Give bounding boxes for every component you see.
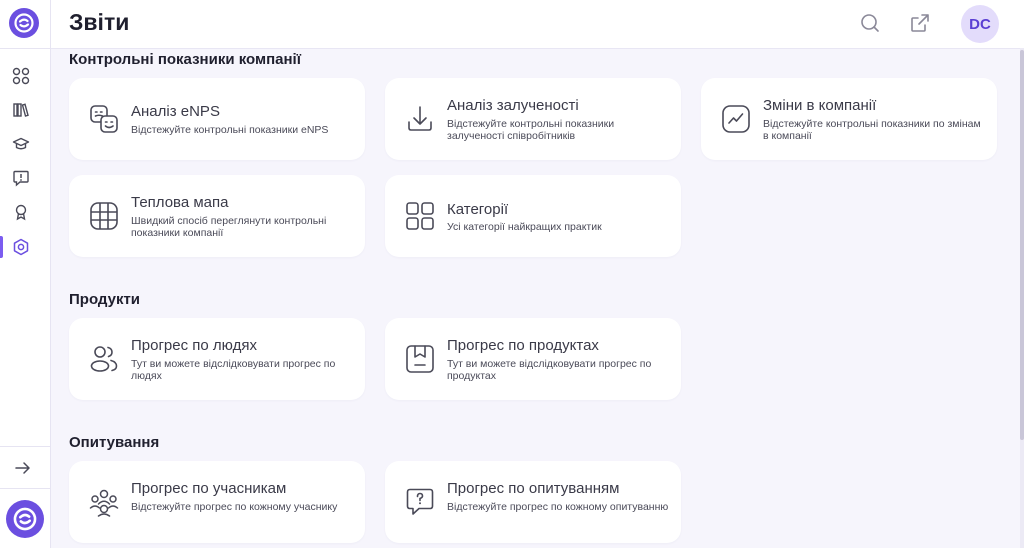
group-icon <box>89 489 119 517</box>
scrollbar-thumb[interactable] <box>1020 50 1024 440</box>
logo-mark-icon <box>14 13 34 33</box>
card-title: Аналіз залученості <box>447 97 579 114</box>
card-title: Прогрес по учасникам <box>131 480 287 497</box>
card-title: Аналіз eNPS <box>131 103 220 120</box>
expand-sidebar-button[interactable] <box>13 458 33 478</box>
card-description: Тут ви можете відслідковувати прогрес по… <box>131 358 336 382</box>
card-enps-analysis[interactable]: Аналіз eNPS Відстежуйте контрольні показ… <box>69 78 365 160</box>
card-description: Тут ви можете відслідковувати прогрес по… <box>447 358 652 382</box>
card-description: Відстежуйте контрольні показники eNPS <box>131 124 329 136</box>
sidebar-active-indicator <box>0 236 3 258</box>
card-description: Відстежуйте прогрес по кожному учаснику <box>131 501 338 513</box>
sidebar-divider <box>0 48 50 49</box>
top-header: Звіти DC <box>51 0 1024 49</box>
share-button[interactable] <box>909 12 931 34</box>
sidebar-item-library[interactable] <box>12 101 30 119</box>
card-title: Прогрес по опитуванням <box>447 480 620 497</box>
section-title-products: Продукти <box>69 291 141 308</box>
assistant-button[interactable] <box>6 500 44 538</box>
card-description: Відстежуйте контрольні показники по змін… <box>763 118 981 142</box>
product-icon <box>406 345 434 373</box>
card-progress-by-people[interactable]: Прогрес по людях Тут ви можете відслідко… <box>69 318 365 400</box>
sidebar-divider <box>0 488 50 489</box>
trend-chart-icon <box>722 105 750 133</box>
card-title: Прогрес по людях <box>131 337 257 354</box>
enps-faces-icon <box>90 105 118 133</box>
sidebar <box>0 0 51 548</box>
card-categories[interactable]: Категорії Усі категорії найкращих практи… <box>385 175 681 257</box>
grid-icon <box>90 202 118 230</box>
sidebar-item-learning[interactable] <box>12 135 30 153</box>
card-description: Усі категорії найкращих практик <box>447 221 602 233</box>
sidebar-item-dashboard[interactable] <box>12 67 30 85</box>
sidebar-item-feedback[interactable] <box>12 169 30 187</box>
four-squares-icon <box>406 202 434 230</box>
award-icon <box>15 204 27 221</box>
logo-mark-icon <box>13 507 37 531</box>
app-logo[interactable] <box>9 8 39 38</box>
card-description: Швидкий спосіб переглянути контрольні по… <box>131 215 327 239</box>
sidebar-item-reports[interactable] <box>12 238 30 256</box>
user-avatar[interactable]: DC <box>961 5 999 43</box>
card-title: Теплова мапа <box>131 194 229 211</box>
card-title: Зміни в компанії <box>763 97 877 114</box>
people-icon <box>90 346 118 372</box>
dashboard-icon <box>12 67 30 85</box>
card-progress-by-participants[interactable]: Прогрес по учасникам Відстежуйте прогрес… <box>69 461 365 543</box>
card-title: Категорії <box>447 201 509 218</box>
page-title: Звіти <box>69 9 130 35</box>
card-company-changes[interactable]: Зміни в компанії Відстежуйте контрольні … <box>701 78 997 160</box>
card-progress-by-surveys[interactable]: Прогрес по опитуванням Відстежуйте прогр… <box>385 461 681 543</box>
section-title-surveys: Опитування <box>69 434 160 451</box>
hexagon-reports-icon <box>13 238 29 256</box>
card-engagement-analysis[interactable]: Аналіз залученості Відстежуйте контрольн… <box>385 78 681 160</box>
card-title: Прогрес по продуктах <box>447 337 599 354</box>
card-heatmap[interactable]: Теплова мапа Швидкий спосіб переглянути … <box>69 175 365 257</box>
download-arrow-icon <box>408 106 432 131</box>
feedback-bubble-icon <box>13 170 29 187</box>
external-link-icon <box>911 14 929 32</box>
card-description: Відстежуйте прогрес по кожному опитуванн… <box>447 501 669 513</box>
graduation-cap-icon <box>12 137 30 150</box>
arrow-right-icon <box>15 462 30 474</box>
sidebar-item-achievements[interactable] <box>12 203 30 221</box>
search-icon <box>861 14 879 32</box>
sidebar-divider <box>0 446 50 447</box>
books-icon <box>13 103 29 117</box>
card-description: Відстежуйте контрольні показники залучен… <box>447 118 615 142</box>
search-button[interactable] <box>859 12 881 34</box>
card-progress-by-products[interactable]: Прогрес по продуктах Тут ви можете відсл… <box>385 318 681 400</box>
section-title-company-kpi: Контрольні показники компанії <box>69 51 301 68</box>
question-bubble-icon <box>406 488 434 515</box>
